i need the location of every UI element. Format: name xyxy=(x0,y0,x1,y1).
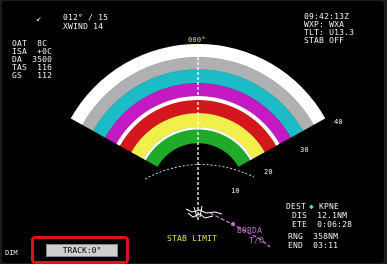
takeoff-label: T/O xyxy=(249,236,265,245)
stab-limit-label: STAB LIMIT xyxy=(167,234,218,243)
wind-arrow-icon: ↙ xyxy=(36,14,42,24)
range-label-40: 40 xyxy=(334,118,343,126)
crosswind: XWIND 14 xyxy=(63,22,104,31)
waypoint-label: BORDA xyxy=(237,226,263,235)
waypoint-marker xyxy=(231,222,235,226)
atmos-line-gs: GS 112 xyxy=(12,71,53,80)
dest-ete: ETE 0:06:28 xyxy=(292,220,353,229)
dim-button[interactable]: DIM xyxy=(5,249,18,257)
range-label-10: 10 xyxy=(231,187,240,195)
range-label-30: 30 xyxy=(300,146,309,154)
weather-radar-display: 000° 10 20 30 40 ↙ 012° / 15 XWIND 14 OA… xyxy=(2,1,384,263)
track-button-label: TRACK:0° xyxy=(46,244,118,257)
stab-status: STAB OFF xyxy=(304,36,345,45)
track-button[interactable]: TRACK:0° xyxy=(31,236,129,264)
range-label-20: 20 xyxy=(264,168,273,176)
endurance: END 03:11 xyxy=(288,241,339,250)
heading-label: 000° xyxy=(188,36,206,44)
